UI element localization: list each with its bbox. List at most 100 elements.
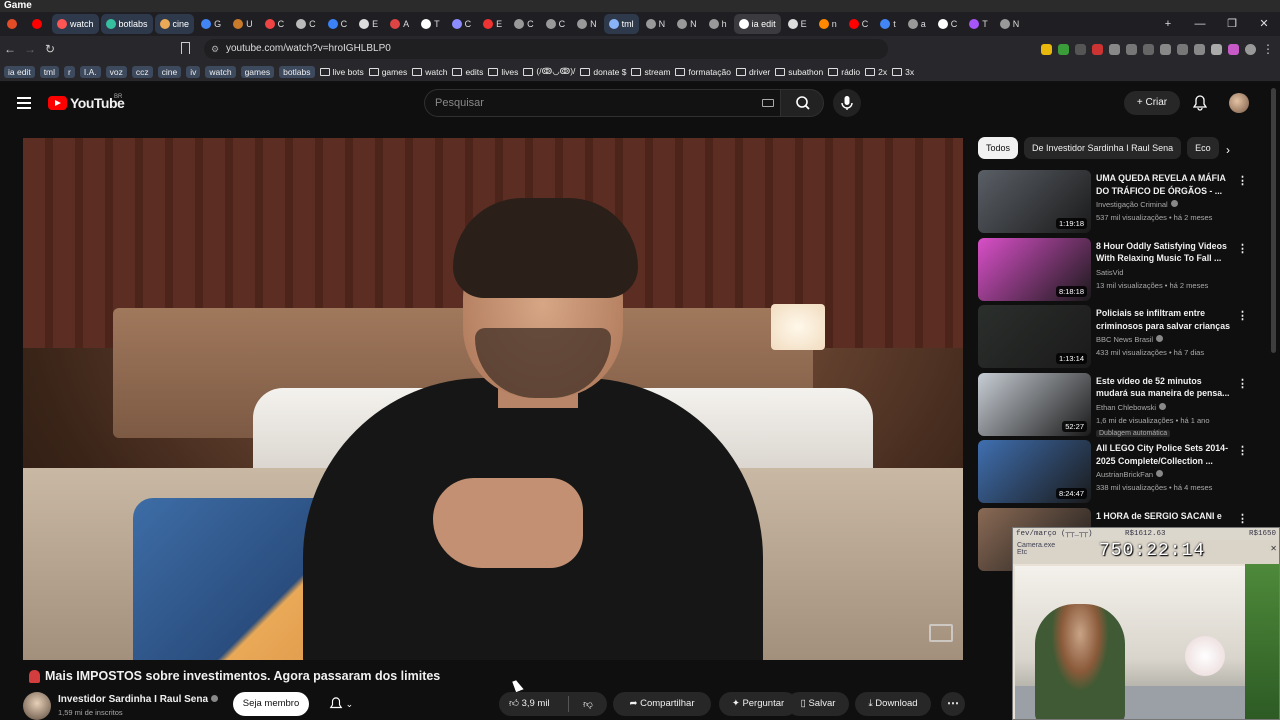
account-avatar[interactable] (1229, 93, 1249, 113)
bookmark-item[interactable]: stream (631, 67, 670, 77)
bookmark-item[interactable]: rádio (828, 67, 860, 77)
recommended-video-title[interactable]: 1 HORA de SERGIO SACANI e (1096, 510, 1234, 523)
browser-menu-icon[interactable]: ⋮ (1262, 42, 1274, 56)
browser-tab[interactable]: E (783, 14, 812, 34)
search-button[interactable] (780, 89, 824, 117)
video-thumbnail[interactable]: 1:19:18 (978, 170, 1091, 233)
minimize-button[interactable]: — (1184, 12, 1216, 36)
bookmark-item[interactable]: r (64, 65, 75, 78)
like-button[interactable]: 👍︎ 3,9 mil (499, 696, 569, 712)
bookmark-item[interactable]: games (240, 65, 275, 78)
notifications-icon[interactable] (1193, 95, 1207, 111)
browser-tab[interactable]: t (875, 14, 901, 34)
keyboard-icon[interactable] (762, 99, 774, 107)
extension-icon[interactable] (1160, 43, 1171, 55)
browser-tab[interactable]: C (323, 14, 353, 34)
kebab-menu-icon[interactable]: ⋮ (1237, 444, 1248, 457)
extension-icon[interactable] (1194, 43, 1205, 55)
browser-tab[interactable]: h (704, 14, 732, 34)
video-thumbnail[interactable]: 8:24:47 (978, 440, 1091, 503)
browser-tab[interactable]: C (541, 14, 571, 34)
dislike-button[interactable]: 👎︎ (569, 698, 607, 710)
recommended-video-title[interactable]: Este vídeo de 52 minutos mudará sua mane… (1096, 375, 1234, 400)
channel-avatar[interactable] (23, 692, 51, 720)
extension-icon[interactable] (1092, 43, 1103, 55)
recommended-video[interactable]: 8:24:47 All LEGO City Police Sets 2014-20… (978, 440, 1250, 508)
kebab-menu-icon[interactable]: ⋮ (1237, 309, 1248, 322)
bookmark-item[interactable]: lives (488, 67, 518, 77)
bookmark-item[interactable]: formatação (675, 67, 731, 77)
back-button[interactable]: ← (0, 42, 20, 56)
channel-watermark-icon[interactable] (929, 624, 953, 642)
share-button[interactable]: ➦ Compartilhar (613, 692, 711, 716)
extension-icon[interactable] (1075, 43, 1086, 55)
search-input[interactable]: Pesquisar (424, 89, 780, 117)
browser-tab[interactable]: C (291, 14, 321, 34)
bookmark-item[interactable]: voz (105, 65, 127, 78)
voice-search-button[interactable] (833, 89, 861, 117)
bookmark-item[interactable]: live bots (319, 67, 364, 77)
youtube-logo[interactable]: YouTube BR (48, 94, 125, 111)
video-player[interactable] (23, 138, 963, 660)
kebab-menu-icon[interactable]: ⋮ (1237, 377, 1248, 390)
browser-tab[interactable]: watch (52, 14, 99, 34)
recommended-video[interactable]: 1:13:14 Policiais se infiltram entre crim… (978, 305, 1250, 373)
browser-tab[interactable]: C (933, 14, 963, 34)
download-button[interactable]: ⤓ Download (855, 692, 931, 716)
recommended-video-title[interactable]: All LEGO City Police Sets 2014-2025 Comp… (1096, 442, 1234, 467)
browser-tab[interactable]: N (672, 14, 702, 34)
bookmark-item[interactable]: (/ↂ◡ↂ)/ (523, 66, 575, 77)
scrollbar-thumb[interactable] (1271, 88, 1276, 353)
browser-tab[interactable]: tml (603, 14, 639, 34)
kebab-menu-icon[interactable]: ⋮ (1237, 174, 1248, 187)
recommended-channel[interactable]: AustrianBrickFan (1096, 470, 1164, 479)
bookmark-icon[interactable] (181, 42, 190, 54)
recommended-video[interactable]: 1:19:18 UMA QUEDA REVELA A MÁFIA DO TRÁFI… (978, 170, 1250, 238)
browser-tab[interactable]: N (995, 14, 1025, 34)
bookmark-item[interactable]: driver (736, 67, 770, 77)
bookmark-item[interactable]: edits (452, 67, 483, 77)
url-input[interactable]: ⚙ youtube.com/watch?v=hroIGHLBLP0 (204, 39, 888, 59)
browser-tab[interactable]: E (478, 14, 507, 34)
browser-tab[interactable] (2, 14, 25, 34)
bookmark-item[interactable]: watch (205, 65, 236, 78)
new-tab-button[interactable]: + (1152, 12, 1184, 36)
bookmark-item[interactable]: I.A. (79, 65, 101, 78)
recommended-channel[interactable]: SatisVid (1096, 268, 1123, 277)
browser-tab[interactable]: U (228, 14, 258, 34)
recommended-channel[interactable]: BBC News Brasil (1096, 335, 1164, 344)
extension-icon[interactable] (1109, 43, 1120, 55)
extension-icon[interactable] (1228, 43, 1239, 55)
profile-icon[interactable] (1245, 43, 1256, 55)
more-actions-icon[interactable]: ⋯ (941, 692, 965, 716)
maximize-button[interactable]: ❐ (1216, 12, 1248, 36)
channel-name[interactable]: Investidor Sardinha I Raul Sena (58, 694, 219, 705)
browser-tab[interactable]: N (572, 14, 602, 34)
webcam-overlay-window[interactable]: fev/março (┬┬_┬┬) R$1612.63 R$1650 Camer… (1012, 527, 1280, 720)
browser-tab[interactable]: botlabs (100, 14, 153, 34)
browser-tab[interactable]: ia edit (733, 14, 781, 34)
extension-icon[interactable] (1126, 43, 1137, 55)
extension-icon[interactable] (1058, 43, 1069, 55)
browser-tab[interactable]: T (964, 14, 993, 34)
video-thumbnail[interactable]: 1:13:14 (978, 305, 1091, 368)
video-thumbnail[interactable]: 8:18:18 (978, 237, 1091, 301)
close-window-button[interactable]: ✕ (1248, 12, 1280, 36)
forward-button[interactable]: → (20, 42, 40, 56)
save-button[interactable]: ▯ Salvar (787, 692, 849, 716)
bookmark-item[interactable]: tml (39, 65, 60, 78)
browser-tab[interactable]: T (416, 14, 445, 34)
bookmark-item[interactable]: 3x (892, 67, 914, 77)
bookmark-item[interactable]: ia edit (4, 65, 35, 78)
reload-button[interactable]: ↻ (40, 42, 60, 56)
extension-icon[interactable] (1143, 43, 1154, 55)
extension-icon[interactable] (1041, 43, 1052, 55)
bookmark-item[interactable]: 2x (865, 67, 887, 77)
ask-button[interactable]: ✦ Perguntar (719, 692, 797, 716)
kebab-menu-icon[interactable]: ⋮ (1237, 242, 1248, 255)
bookmark-item[interactable]: iv (186, 65, 201, 78)
recommended-video-title[interactable]: UMA QUEDA REVELA A MÁFIA DO TRÁFICO DE Ó… (1096, 172, 1234, 197)
browser-tab[interactable] (27, 14, 50, 34)
extension-icon[interactable] (1177, 43, 1188, 55)
browser-tab[interactable]: C (447, 14, 477, 34)
